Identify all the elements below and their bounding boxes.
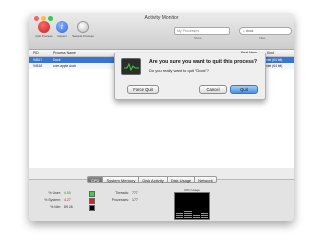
processes-value: 177 (132, 198, 138, 202)
search-field[interactable]: ⌕ dock (239, 27, 292, 35)
quit-button[interactable]: Quit (230, 85, 258, 94)
column-header-process-name[interactable]: Process Name (53, 50, 76, 56)
tab-network[interactable]: Network (195, 176, 217, 183)
cancel-button[interactable]: Cancel (199, 85, 227, 94)
system-value: 4.27 (64, 198, 71, 202)
stop-icon (38, 21, 50, 33)
system-label: % System: (44, 198, 61, 202)
monitor-tabs: CPU System Memory Disk Activity Disk Usa… (87, 176, 217, 183)
column-header-kind[interactable]: Kind (267, 50, 274, 56)
dialog-message: Are you sure you want to quit this proce… (149, 59, 258, 65)
row-process-name: com.apple.dock (53, 64, 77, 68)
cpu-core-bar (200, 194, 208, 218)
sample-process-button[interactable]: Sample Process (72, 21, 94, 38)
row-kind: Intel (64 bit) (265, 64, 283, 68)
tab-disk-activity[interactable]: Disk Activity (139, 176, 168, 183)
idle-color-swatch[interactable] (89, 205, 95, 211)
user-label: % User: (48, 191, 61, 195)
search-value: dock (245, 29, 254, 33)
cpu-usage-meter (174, 192, 210, 220)
idle-label: % Idle: (50, 205, 61, 209)
threads-label: Threads: (115, 191, 129, 195)
activity-monitor-window: Activity Monitor Quit Process i Inspect … (29, 13, 294, 221)
gauge-icon (77, 21, 89, 33)
title-bar: Activity Monitor Quit Process i Inspect … (29, 13, 294, 50)
cpu-usage-graph: CPU Usage (174, 188, 210, 220)
search-caption: Filter (259, 36, 266, 40)
tab-disk-usage[interactable]: Disk Usage (167, 176, 196, 183)
cpu-core-bar (176, 194, 184, 218)
processes-label: Processes: (111, 198, 129, 202)
tab-cpu[interactable]: CPU (87, 176, 104, 183)
quit-confirmation-sheet: Are you sure you want to quit this proce… (114, 53, 266, 100)
inspect-button[interactable]: i Inspect (51, 21, 73, 38)
cpu-core-bar (184, 194, 192, 218)
dialog-detail: Do you really want to quit “Dock”? (149, 68, 210, 73)
cpu-panel: % User: 4.50 % System: 4.27 % Idle: 89.2… (29, 179, 294, 221)
row-pid: 94518 (33, 64, 43, 68)
cpu-core-bar (192, 194, 200, 218)
inspect-label: Inspect (57, 34, 67, 38)
tab-system-memory[interactable]: System Memory (103, 176, 140, 183)
sample-process-label: Sample Process (72, 34, 94, 38)
process-filter-select[interactable]: My Processes (174, 27, 230, 35)
activity-monitor-icon (121, 58, 141, 75)
user-color-swatch[interactable] (89, 191, 95, 197)
column-header-pid[interactable]: PID (33, 50, 39, 56)
system-color-swatch[interactable] (89, 198, 95, 204)
threads-value: 777 (132, 191, 138, 195)
info-icon: i (56, 21, 68, 33)
force-quit-button[interactable]: Force Quit (127, 85, 159, 94)
filter-caption: Show (194, 36, 202, 40)
idle-value: 89.26 (64, 205, 73, 209)
user-value: 4.50 (64, 191, 71, 195)
